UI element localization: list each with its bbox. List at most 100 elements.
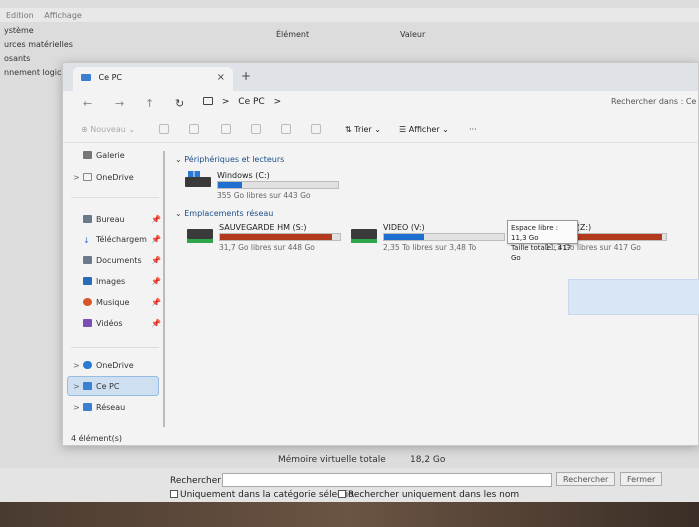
sidebar-item-documents[interactable]: Documents 📌: [83, 256, 161, 265]
video-icon: [83, 319, 92, 327]
tab-bar: Ce PC × +: [63, 63, 698, 91]
sidebar-scrollbar[interactable]: [163, 151, 165, 427]
close-button[interactable]: Fermer: [620, 472, 663, 486]
sidebar-item-desktop[interactable]: Bureau 📌: [83, 215, 161, 224]
chevron-right-icon[interactable]: >: [73, 173, 80, 182]
drive-name: SAUVEGARDE HM (S:): [219, 223, 307, 232]
drive-tile[interactable]: VIDEO (V:) 2,35 To libres sur 3,48 To: [351, 223, 511, 259]
chevron-right-icon[interactable]: >: [73, 403, 80, 412]
computer-icon: [83, 382, 92, 390]
row-item: Mémoire virtuelle totale: [278, 455, 386, 465]
gallery-icon: [83, 151, 92, 159]
search-panel: Rechercher Rechercher Fermer Uniquement …: [0, 468, 699, 502]
drive-icon: [351, 229, 377, 245]
paste-icon[interactable]: [221, 124, 231, 134]
forward-button[interactable]: →: [115, 97, 124, 110]
chevron-right-icon[interactable]: >: [73, 361, 80, 370]
usage-bar: [219, 233, 341, 241]
monitor-icon: [203, 97, 213, 105]
pin-icon[interactable]: 📌: [151, 256, 161, 265]
desktop-icon: [83, 215, 92, 223]
sidebar-item-gallery[interactable]: Galerie: [83, 151, 125, 160]
pin-icon[interactable]: 📌: [151, 235, 161, 244]
chevron-right-icon[interactable]: >: [274, 97, 282, 107]
back-button[interactable]: ←: [83, 97, 92, 110]
usage-bar: [217, 181, 339, 189]
command-bar: ⊕ Nouveau ⌄ ⇅ Trier ⌄ ☰ Afficher ⌄ ···: [63, 119, 698, 143]
divider: [71, 197, 159, 198]
checkbox-icon[interactable]: [338, 490, 346, 498]
drive-icon: [185, 171, 211, 193]
sidebar-item-music[interactable]: Musique 📌: [83, 298, 161, 307]
sidebar-item-images[interactable]: Images 📌: [83, 277, 161, 286]
pin-icon[interactable]: 📌: [151, 298, 161, 307]
drive-tile[interactable]: SAUVEGARDE HM (S:) 31,7 Go libres sur 44…: [187, 223, 347, 259]
view-button[interactable]: ☰ Afficher ⌄: [399, 125, 449, 134]
checkbox-icon[interactable]: [170, 490, 178, 498]
drive-info: 355 Go libres sur 443 Go: [217, 191, 311, 200]
address-bar: ← → ↑ ↻ > Ce PC > Rechercher dans : Ce P: [63, 91, 699, 117]
music-icon: [83, 298, 92, 306]
divider: [71, 347, 159, 348]
search-input[interactable]: [222, 473, 552, 487]
pin-icon[interactable]: 📌: [151, 215, 161, 224]
menu-edit[interactable]: Edition: [6, 11, 34, 20]
column-element[interactable]: Élément: [276, 30, 309, 39]
search-input[interactable]: Rechercher dans : Ce P: [611, 97, 699, 106]
tree-item[interactable]: urces matérielles: [0, 38, 200, 52]
cut-icon[interactable]: [159, 124, 169, 134]
download-icon: ↓: [83, 236, 90, 245]
more-options-button[interactable]: ···: [469, 125, 477, 134]
sidebar-item-network[interactable]: Réseau: [83, 403, 125, 412]
drive-icon: [187, 229, 213, 245]
search-label: Rechercher: [170, 476, 221, 486]
group-devices[interactable]: Périphériques et lecteurs: [175, 155, 284, 164]
column-headers: Élément Valeur: [270, 30, 699, 42]
chevron-right-icon[interactable]: >: [73, 382, 80, 391]
group-network[interactable]: Emplacements réseau: [175, 209, 273, 218]
category-checkbox[interactable]: Uniquement dans la catégorie sélectio: [170, 490, 354, 500]
sidebar-item-videos[interactable]: Vidéos 📌: [83, 319, 161, 328]
up-button[interactable]: ↑: [145, 97, 154, 110]
copy-icon[interactable]: [189, 124, 199, 134]
column-value[interactable]: Valeur: [400, 30, 425, 39]
usage-fill: [218, 182, 242, 188]
sidebar-item-onedrive[interactable]: OneDrive: [83, 361, 134, 370]
sidebar-item-this-pc[interactable]: Ce PC: [83, 382, 119, 391]
document-icon: [83, 256, 92, 264]
sort-button[interactable]: ⇅ Trier ⌄: [345, 125, 381, 134]
drive-info: 31,7 Go libres sur 448 Go: [219, 243, 315, 252]
address-field[interactable]: > Ce PC >: [203, 97, 287, 107]
computer-icon: [81, 74, 91, 81]
tab-label: Ce PC: [98, 73, 123, 82]
close-icon[interactable]: ×: [217, 72, 225, 83]
hover-highlight: [568, 279, 699, 315]
drive-info: 2,35 To libres sur 3,48 To: [383, 243, 477, 252]
pin-icon[interactable]: 📌: [151, 277, 161, 286]
search-button[interactable]: Rechercher: [556, 472, 616, 486]
drive-tooltip: Espace libre : 11,3 Go Taille totale : 4…: [507, 220, 578, 262]
menu-view[interactable]: Affichage: [44, 11, 82, 20]
usage-bar: [383, 233, 505, 241]
menu-bar: Edition Affichage: [0, 8, 699, 22]
pin-icon[interactable]: 📌: [151, 319, 161, 328]
refresh-button[interactable]: ↻: [175, 97, 184, 110]
breadcrumb-this-pc[interactable]: Ce PC: [238, 97, 264, 107]
drive-tile[interactable]: Windows (C:) 355 Go libres sur 443 Go: [185, 171, 345, 207]
tree-item[interactable]: ystème: [0, 24, 200, 38]
sidebar-item-onedrive-top[interactable]: OneDrive: [83, 173, 134, 182]
names-checkbox[interactable]: Rechercher uniquement dans les nom: [338, 490, 519, 500]
new-tab-button[interactable]: +: [241, 69, 251, 83]
new-button[interactable]: ⊕ Nouveau ⌄: [81, 125, 135, 134]
row-value: 18,2 Go: [410, 455, 446, 465]
rename-icon[interactable]: [251, 124, 261, 134]
usage-fill: [220, 234, 332, 240]
tooltip-total: Taille totale : 417 Go: [511, 244, 572, 262]
share-icon[interactable]: [281, 124, 291, 134]
table-row: Mémoire virtuelle totale 18,2 Go: [270, 455, 570, 469]
sidebar-item-downloads[interactable]: ↓ Téléchargem 📌: [83, 235, 161, 245]
image-icon: [83, 277, 92, 285]
drive-name: VIDEO (V:): [383, 223, 425, 232]
delete-icon[interactable]: [311, 124, 321, 134]
tab-this-pc[interactable]: Ce PC ×: [73, 67, 233, 91]
